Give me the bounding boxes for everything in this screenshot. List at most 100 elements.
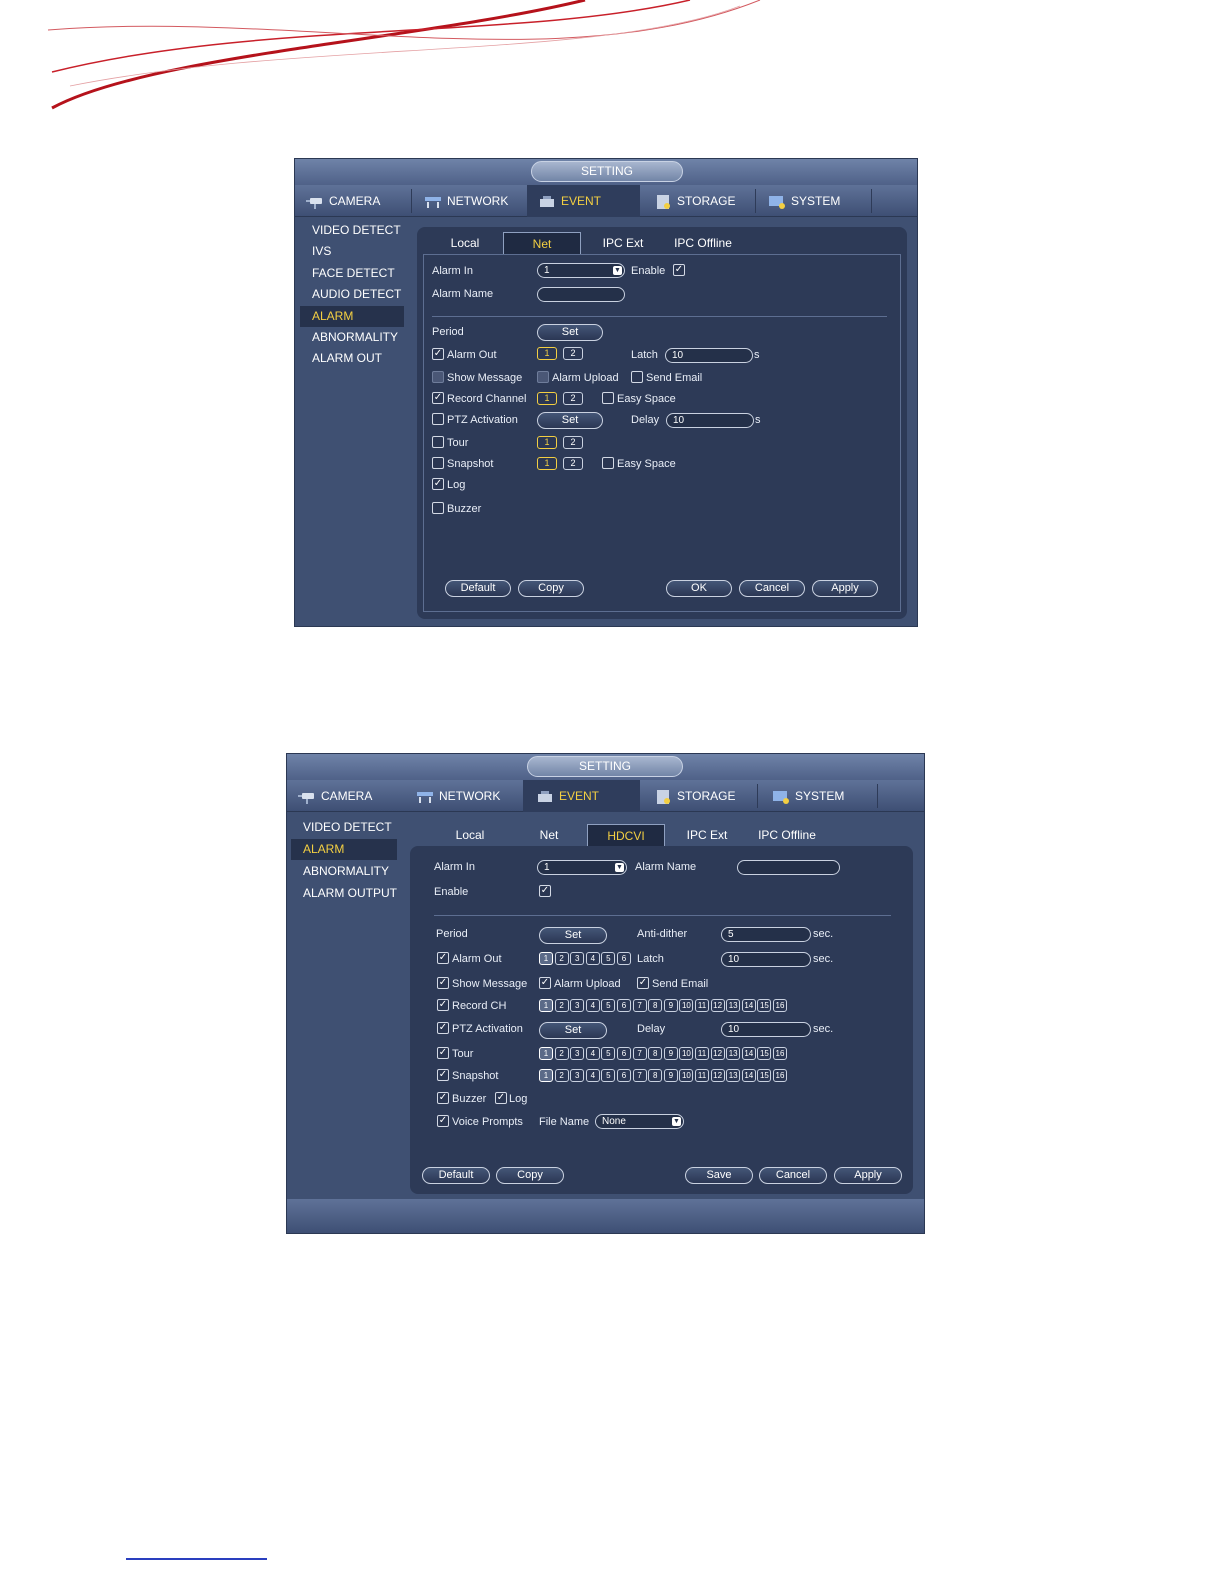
voice-prompts-checkbox[interactable]: ✓: [437, 1115, 449, 1127]
snapshot-easy-space-checkbox[interactable]: [602, 457, 614, 469]
snapshot-channel-6[interactable]: 6: [617, 1069, 631, 1082]
period-set-button[interactable]: Set: [537, 324, 603, 341]
record-ch-channel-11[interactable]: 11: [695, 999, 709, 1012]
alarm-name-input[interactable]: [737, 860, 840, 875]
snapshot-channel-11[interactable]: 11: [695, 1069, 709, 1082]
snapshot-channel-8[interactable]: 8: [648, 1069, 663, 1082]
enable-checkbox[interactable]: ✓: [673, 264, 685, 276]
sidebar-item-abnormality[interactable]: ABNORMALITY: [291, 861, 397, 882]
tour-channel-5[interactable]: 5: [601, 1047, 616, 1060]
alarm-out-channel-2[interactable]: 2: [554, 952, 569, 965]
alarm-out-channel-1[interactable]: 1: [539, 952, 553, 965]
record-channel-2[interactable]: 2: [563, 392, 583, 405]
record-ch-channel-10[interactable]: 10: [679, 999, 694, 1012]
save-button[interactable]: Save: [685, 1167, 753, 1184]
record-ch-checkbox[interactable]: ✓: [437, 999, 449, 1011]
record-ch-channel-6[interactable]: 6: [617, 999, 631, 1012]
snapshot-channel-12[interactable]: 12: [710, 1069, 725, 1082]
alarm-in-select[interactable]: 1 ▼: [537, 860, 627, 875]
record-ch-channel-16[interactable]: 16: [773, 999, 787, 1012]
send-email-checkbox[interactable]: ✓: [637, 977, 649, 989]
record-ch-channel-8[interactable]: 8: [648, 999, 663, 1012]
snapshot-channel-9[interactable]: 9: [663, 1069, 678, 1082]
ptz-set-button[interactable]: Set: [539, 1022, 607, 1039]
default-button[interactable]: Default: [422, 1167, 490, 1184]
buzzer-checkbox[interactable]: [432, 502, 444, 514]
tour-channel-8[interactable]: 8: [648, 1047, 663, 1060]
copy-button[interactable]: Copy: [496, 1167, 564, 1184]
alarm-out-checkbox[interactable]: ✓: [432, 348, 444, 360]
record-ch-channel-15[interactable]: 15: [757, 999, 772, 1012]
tab-ipc-ext[interactable]: IPC Ext: [671, 824, 743, 846]
show-message-checkbox[interactable]: ✓: [437, 977, 449, 989]
snapshot-checkbox[interactable]: [432, 457, 444, 469]
tour-channel-1[interactable]: 1: [539, 1047, 553, 1060]
tab-net[interactable]: Net: [515, 824, 583, 846]
tour-channel-2[interactable]: 2: [563, 436, 583, 449]
tour-channel-14[interactable]: 14: [741, 1047, 756, 1060]
record-easy-space-checkbox[interactable]: [602, 392, 614, 404]
snapshot-channel-15[interactable]: 15: [757, 1069, 772, 1082]
alarm-name-input[interactable]: [537, 287, 625, 302]
delay-input[interactable]: 10: [666, 413, 754, 428]
tour-channel-4[interactable]: 4: [585, 1047, 600, 1060]
sidebar-item-video-detect[interactable]: VIDEO DETECT: [300, 220, 404, 241]
record-ch-channel-1[interactable]: 1: [539, 999, 553, 1012]
tab-local[interactable]: Local: [427, 232, 503, 254]
tour-checkbox[interactable]: [432, 436, 444, 448]
cancel-button[interactable]: Cancel: [759, 1167, 827, 1184]
alarm-in-select[interactable]: 1 ▼: [537, 263, 625, 278]
record-ch-channel-12[interactable]: 12: [710, 999, 725, 1012]
record-ch-channel-5[interactable]: 5: [601, 999, 616, 1012]
tab-net[interactable]: Net: [503, 232, 581, 254]
sidebar-item-alarm[interactable]: ALARM: [300, 306, 404, 327]
tour-channel-9[interactable]: 9: [663, 1047, 678, 1060]
send-email-checkbox[interactable]: [631, 371, 643, 383]
default-button[interactable]: Default: [445, 580, 511, 597]
tab-ipc-offline[interactable]: IPC Offline: [665, 232, 741, 254]
tab-hdcvi[interactable]: HDCVI: [587, 824, 665, 846]
menu-network[interactable]: NETWORK: [423, 185, 508, 217]
show-message-checkbox[interactable]: [432, 371, 444, 383]
latch-input[interactable]: 10: [721, 952, 811, 967]
record-ch-channel-14[interactable]: 14: [741, 999, 756, 1012]
copy-button[interactable]: Copy: [518, 580, 584, 597]
tour-channel-2[interactable]: 2: [554, 1047, 569, 1060]
alarm-out-channel-5[interactable]: 5: [601, 952, 616, 965]
buzzer-checkbox[interactable]: ✓: [437, 1092, 449, 1104]
log-checkbox[interactable]: ✓: [432, 478, 444, 490]
delay-input[interactable]: 10: [721, 1022, 811, 1037]
snapshot-channel-7[interactable]: 7: [632, 1069, 647, 1082]
tab-ipc-offline[interactable]: IPC Offline: [749, 824, 825, 846]
record-ch-channel-9[interactable]: 9: [663, 999, 678, 1012]
record-ch-channel-13[interactable]: 13: [726, 999, 741, 1012]
snapshot-channel-13[interactable]: 13: [726, 1069, 741, 1082]
snapshot-channel-2[interactable]: 2: [563, 457, 583, 470]
menu-storage[interactable]: STORAGE: [653, 780, 735, 812]
ptz-activation-checkbox[interactable]: ✓: [437, 1022, 449, 1034]
sidebar-item-face-detect[interactable]: FACE DETECT: [300, 263, 404, 284]
sidebar-item-abnormality[interactable]: ABNORMALITY: [300, 327, 404, 348]
snapshot-channel-14[interactable]: 14: [741, 1069, 756, 1082]
record-ch-channel-2[interactable]: 2: [554, 999, 569, 1012]
menu-system[interactable]: SYSTEM: [771, 780, 844, 812]
tour-channel-11[interactable]: 11: [695, 1047, 709, 1060]
menu-system[interactable]: SYSTEM: [767, 185, 840, 217]
record-ch-channel-7[interactable]: 7: [632, 999, 647, 1012]
sidebar-item-alarm-out[interactable]: ALARM OUT: [300, 348, 404, 369]
anti-dither-input[interactable]: 5: [721, 927, 811, 942]
tour-channel-12[interactable]: 12: [710, 1047, 725, 1060]
sidebar-item-ivs[interactable]: IVS: [300, 241, 404, 262]
tour-channel-1[interactable]: 1: [537, 436, 557, 449]
file-name-select[interactable]: None ▼: [595, 1114, 684, 1129]
sidebar-item-audio-detect[interactable]: AUDIO DETECT: [300, 284, 404, 305]
snapshot-channel-10[interactable]: 10: [679, 1069, 694, 1082]
tab-local[interactable]: Local: [431, 824, 509, 846]
ptz-set-button[interactable]: Set: [537, 412, 603, 429]
log-checkbox[interactable]: ✓: [495, 1092, 507, 1104]
enable-checkbox[interactable]: ✓: [539, 885, 551, 897]
record-ch-channel-4[interactable]: 4: [585, 999, 600, 1012]
alarm-out-channel-1[interactable]: 1: [537, 347, 557, 360]
alarm-out-channel-2[interactable]: 2: [563, 347, 583, 360]
alarm-out-channel-4[interactable]: 4: [585, 952, 600, 965]
